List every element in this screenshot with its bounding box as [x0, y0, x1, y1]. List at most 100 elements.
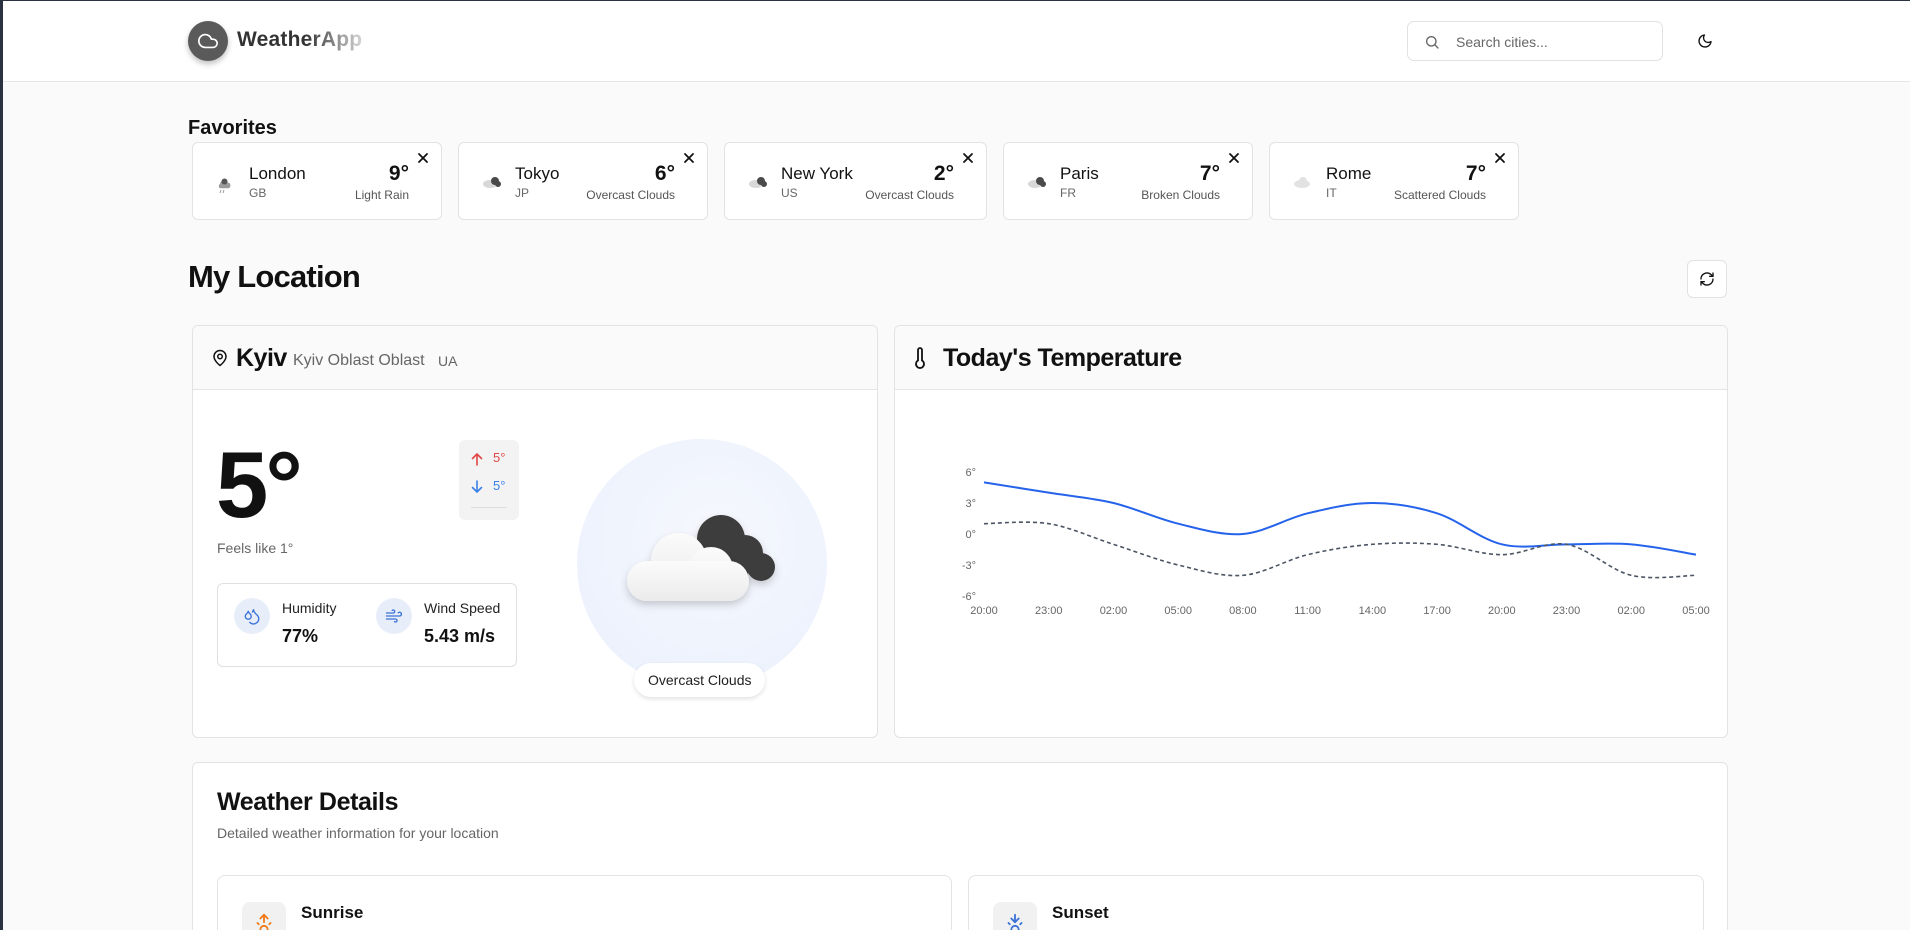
my-location-title: My Location	[188, 259, 361, 294]
favorite-city-name: Rome	[1326, 164, 1372, 183]
close-icon[interactable]	[1226, 150, 1242, 166]
refresh-button[interactable]	[1687, 260, 1727, 298]
weather-visual	[577, 439, 827, 689]
favorite-city-name: London	[249, 164, 306, 183]
sunset-icon	[993, 902, 1037, 930]
refresh-icon	[1700, 272, 1714, 286]
broken-cloud-icon	[1028, 177, 1046, 188]
sunset-label: Sunset	[1052, 903, 1109, 922]
x-tick-label: 11:00	[1294, 605, 1321, 617]
sunrise-label: Sunrise	[301, 903, 364, 922]
x-tick-label: 20:00	[1488, 605, 1516, 617]
x-tick-label: 02:00	[1618, 605, 1646, 617]
y-tick-label: 3°	[965, 498, 976, 510]
favorite-temp: 9°	[388, 162, 409, 185]
overcast-cloud-icon	[627, 515, 775, 601]
favorite-condition: Scattered Clouds	[1393, 188, 1486, 202]
x-tick-label: 08:00	[1229, 605, 1257, 617]
high-temp: 5°	[493, 450, 506, 465]
humidity-value: 77%	[282, 626, 319, 646]
temperature-series-line	[983, 481, 1697, 556]
feels-like-series-line	[983, 521, 1697, 579]
favorite-temp: 7°	[1465, 162, 1486, 185]
x-tick-label: 02:00	[1100, 605, 1128, 617]
overcast-cloud-icon	[483, 177, 501, 188]
favorite-country-code: JP	[515, 186, 530, 200]
favorite-city-name: Tokyo	[515, 164, 560, 183]
x-tick-label: 05:00	[1682, 605, 1710, 617]
high-low-box: 5° 5°	[459, 440, 519, 520]
city-name: Kyiv	[236, 344, 287, 372]
close-icon[interactable]	[681, 150, 697, 166]
app-header: WeatherApp	[3, 1, 1910, 82]
moon-icon	[1698, 34, 1712, 48]
favorite-condition: Light Rain	[354, 188, 409, 202]
favorite-country-code: GB	[249, 186, 267, 200]
y-tick-label: 0°	[965, 529, 976, 541]
arrow-down-icon	[471, 480, 483, 493]
temperature-chart-panel: Today's Temperature 6° 3° 0° -3° -6° 20:00 23:…	[894, 325, 1728, 738]
favorite-card-new-york[interactable]: New York US 2° Overcast Clouds	[724, 142, 987, 220]
chart-title: Today's Temperature	[943, 344, 1182, 372]
weather-details-title: Weather Details	[217, 788, 399, 816]
current-temperature: 5°	[216, 432, 303, 537]
favorite-city-name: Paris	[1060, 164, 1099, 183]
x-tick-label: 17:00	[1423, 605, 1451, 617]
weather-details-panel: Weather Details Detailed weather informa…	[192, 762, 1728, 930]
thermometer-icon	[915, 347, 925, 369]
favorite-country-code: IT	[1326, 186, 1337, 200]
search-input[interactable]	[1456, 31, 1652, 53]
favorite-city-name: New York	[781, 164, 853, 183]
feels-like: Feels like 1°	[217, 540, 294, 556]
x-tick-label: 23:00	[1553, 605, 1581, 617]
city-country-code: UA	[438, 353, 458, 369]
favorite-temp: 6°	[654, 162, 675, 185]
map-pin-icon	[213, 349, 227, 367]
sunset-card: Sunset	[968, 875, 1704, 930]
humidity-label: Humidity	[282, 600, 337, 616]
search-box[interactable]	[1407, 21, 1663, 61]
sunrise-card: Sunrise	[217, 875, 952, 930]
close-icon[interactable]	[1492, 150, 1508, 166]
favorite-temp: 2°	[933, 162, 954, 185]
favorites-title: Favorites	[188, 117, 277, 139]
wind-label: Wind Speed	[424, 600, 501, 616]
rain-cloud-icon	[218, 178, 231, 194]
favorite-card-tokyo[interactable]: Tokyo JP 6° Overcast Clouds	[458, 142, 708, 220]
theme-toggle-button[interactable]	[1691, 27, 1719, 55]
sunrise-icon	[242, 902, 286, 930]
overcast-cloud-icon	[749, 177, 767, 188]
humidity-icon	[234, 598, 270, 634]
condition-badge: Overcast Clouds	[634, 663, 766, 697]
favorite-country-code: FR	[1060, 186, 1076, 200]
weather-details-subtitle: Detailed weather information for your lo…	[217, 825, 499, 841]
x-tick-label: 14:00	[1359, 605, 1387, 617]
cloud-logo-icon	[188, 21, 228, 61]
temperature-line-chart: 6° 3° 0° -3° -6° 20:00 23:00 02:00 05:00 08:00 11:…	[962, 467, 1710, 617]
x-tick-label: 05:00	[1164, 605, 1192, 617]
wind-icon	[376, 598, 412, 634]
favorite-card-rome[interactable]: Rome IT 7° Scattered Clouds	[1269, 142, 1519, 220]
y-tick-label: -3°	[962, 560, 976, 572]
favorite-condition: Broken Clouds	[1141, 188, 1220, 202]
app-title[interactable]: WeatherApp	[237, 28, 362, 52]
favorite-condition: Overcast Clouds	[586, 188, 675, 202]
y-tick-label: -6°	[962, 591, 976, 603]
current-weather-panel: Kyiv Kyiv Oblast Oblast UA 5° Feels like…	[192, 325, 878, 738]
favorite-country-code: US	[781, 186, 798, 200]
y-tick-label: 6°	[965, 467, 976, 479]
close-icon[interactable]	[415, 150, 431, 166]
search-icon	[1426, 36, 1439, 49]
current-weather-header: Kyiv Kyiv Oblast Oblast UA	[193, 326, 877, 390]
close-icon[interactable]	[960, 150, 976, 166]
favorite-card-london[interactable]: London GB 9° Light Rain	[192, 142, 442, 220]
stats-box: Humidity 77% Wind Speed 5.43 m/s	[217, 583, 517, 667]
favorite-condition: Overcast Clouds	[865, 188, 954, 202]
x-tick-label: 20:00	[970, 605, 998, 617]
low-temp: 5°	[493, 478, 506, 493]
favorite-card-paris[interactable]: Paris FR 7° Broken Clouds	[1003, 142, 1253, 220]
arrow-up-icon	[471, 453, 483, 466]
scattered-cloud-icon	[1294, 177, 1310, 188]
divider	[471, 507, 507, 508]
x-tick-label: 23:00	[1035, 605, 1063, 617]
